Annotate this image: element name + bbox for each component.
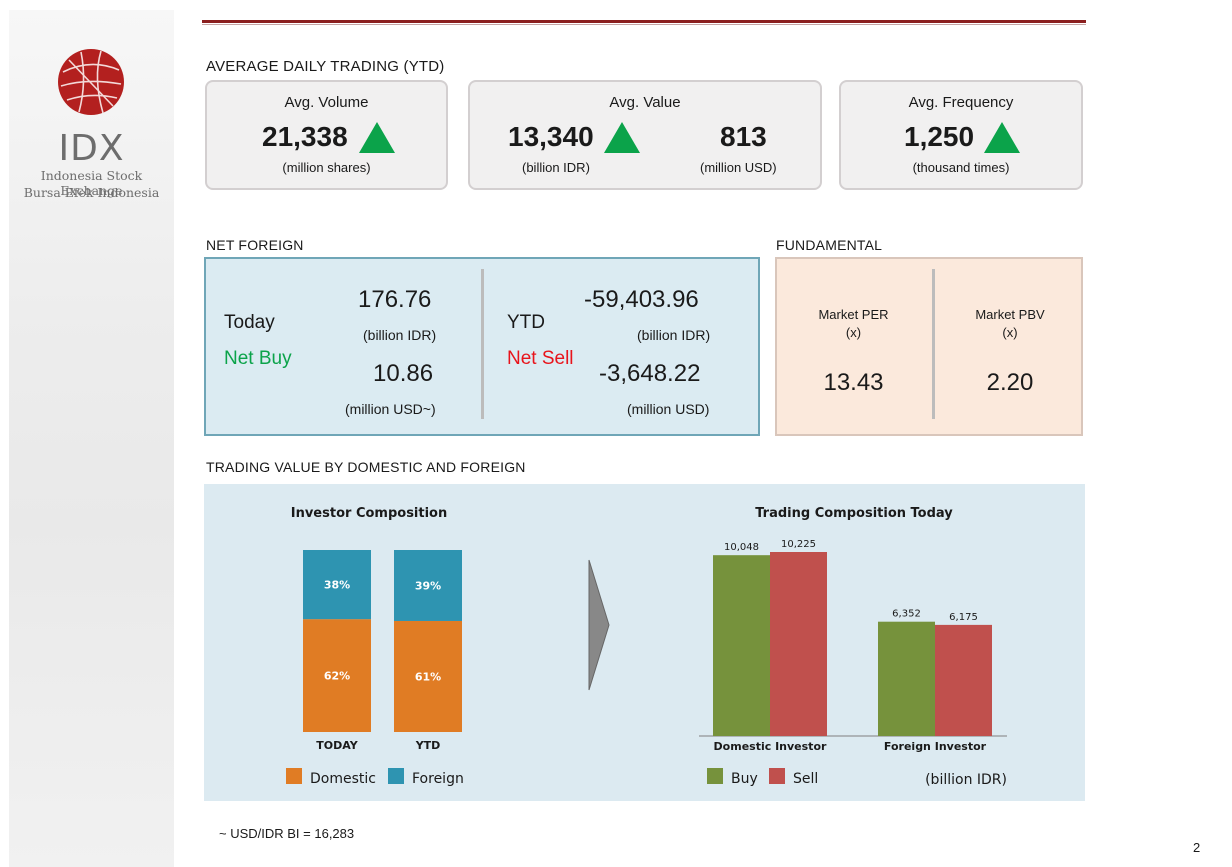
brand-subtitle-id: Bursa Efek Indonesia [23,185,160,200]
adt-section-title: AVERAGE DAILY TRADING (YTD) [206,58,445,75]
data-label: 6,352 [892,609,921,620]
trading-charts: Investor Composition Trading Composition… [286,506,1007,788]
trading-chart-panel: Investor Composition Trading Composition… [204,484,1085,801]
legend-label-sell: Sell [793,771,818,787]
category-label: Foreign Investor [884,740,987,753]
brand-logo-text: IDX [58,128,125,169]
category-label: TODAY [316,739,358,752]
bar-sell-domestic [770,552,827,736]
legend-label-foreign: Foreign [412,771,464,787]
net-foreign-today-usd: 10.86 [373,360,434,387]
legend-swatch-buy [707,768,723,784]
data-label: 61% [415,670,441,683]
background-decoration [9,194,15,241]
net-foreign-today-label: Today [224,312,275,333]
legend-label-buy: Buy [731,771,758,787]
arrow-right-icon [588,559,610,691]
data-label: 6,175 [949,612,978,623]
net-foreign-today-idr-unit: (billion IDR) [363,327,437,343]
net-foreign-ytd-idr-unit: (billion IDR) [637,327,711,343]
avg-volume-unit: (million shares) [282,160,371,175]
legend-label-domestic: Domestic [310,771,376,787]
net-foreign-ytd-idr: -59,403.96 [584,286,699,313]
data-label: 10,225 [781,539,816,550]
trading-section-title: TRADING VALUE BY DOMESTIC AND FOREIGN [206,459,526,475]
market-per-unit: (x) [845,325,862,340]
net-foreign-panel: Today Net Buy 176.76 (billion IDR) 10.86… [204,257,760,436]
avg-value-usd: 813 [720,121,767,152]
header-rule [202,20,1086,23]
header-rule-shadow [202,24,1086,25]
net-foreign-today-usd-unit: (million USD~) [345,401,436,417]
fx-footnote: ~ USD/IDR BI = 16,283 [219,826,355,841]
avg-value-idr-unit: (billion IDR) [522,160,590,175]
trend-up-icon [984,122,1020,153]
trading-composition-title: Trading Composition Today [755,506,953,521]
market-pbv-unit: (x) [1002,325,1018,340]
bar-buy-foreign [878,621,935,736]
market-per-label: Market PER [818,307,889,322]
page-number: 2 [1193,840,1201,855]
sidebar-banner: IDX Indonesia Stock Exchange Bursa Efek … [9,10,174,867]
net-sell-status: Net Sell [507,348,574,369]
avg-value-card: Avg. Value 13,340 (billion IDR) 813 (mil… [468,80,822,190]
net-foreign-section-title: NET FOREIGN [206,237,304,253]
fundamental-panel: Market PER (x) 13.43 Market PBV (x) 2.20 [775,257,1083,436]
data-label: 62% [324,670,350,683]
legend-swatch-domestic [286,768,302,784]
data-label: 38% [324,579,350,592]
avg-value-idr: 13,340 [508,121,594,152]
fundamental-section-title: FUNDAMENTAL [776,237,883,253]
data-label: 39% [415,579,441,592]
net-foreign-ytd-usd: -3,648.22 [599,360,701,387]
trading-unit-note: (billion IDR) [925,772,1007,788]
avg-value-usd-unit: (million USD) [700,160,777,175]
avg-frequency-title: Avg. Frequency [908,94,1014,111]
avg-frequency-value: 1,250 [904,121,975,152]
idx-logo-icon [58,49,124,115]
net-foreign-ytd-usd-unit: (million USD) [627,401,710,417]
avg-frequency-card: Avg. Frequency 1,250 (thousand times) [839,80,1083,190]
market-per-value: 13.43 [823,369,884,396]
market-pbv-label: Market PBV [975,307,1045,322]
bar-buy-domestic [713,555,770,736]
bar-sell-foreign [935,624,992,736]
investor-composition-title: Investor Composition [291,506,448,521]
trend-up-icon [604,122,640,153]
avg-volume-title: Avg. Volume [284,94,369,111]
data-label: 10,048 [724,542,759,553]
net-foreign-ytd-label: YTD [507,312,545,333]
trend-up-icon [359,122,395,153]
legend-swatch-foreign [388,768,404,784]
category-label: YTD [415,739,441,752]
avg-volume-value: 21,338 [262,121,348,152]
net-foreign-divider [481,269,484,419]
avg-value-title: Avg. Value [609,94,681,111]
avg-volume-card: Avg. Volume 21,338 (million shares) [205,80,448,190]
legend-swatch-sell [769,768,785,784]
market-pbv-value: 2.20 [986,369,1034,396]
category-label: Domestic Investor [714,740,827,753]
net-foreign-today-idr: 176.76 [358,286,432,313]
net-buy-status: Net Buy [224,348,292,369]
avg-frequency-unit: (thousand times) [912,160,1010,175]
